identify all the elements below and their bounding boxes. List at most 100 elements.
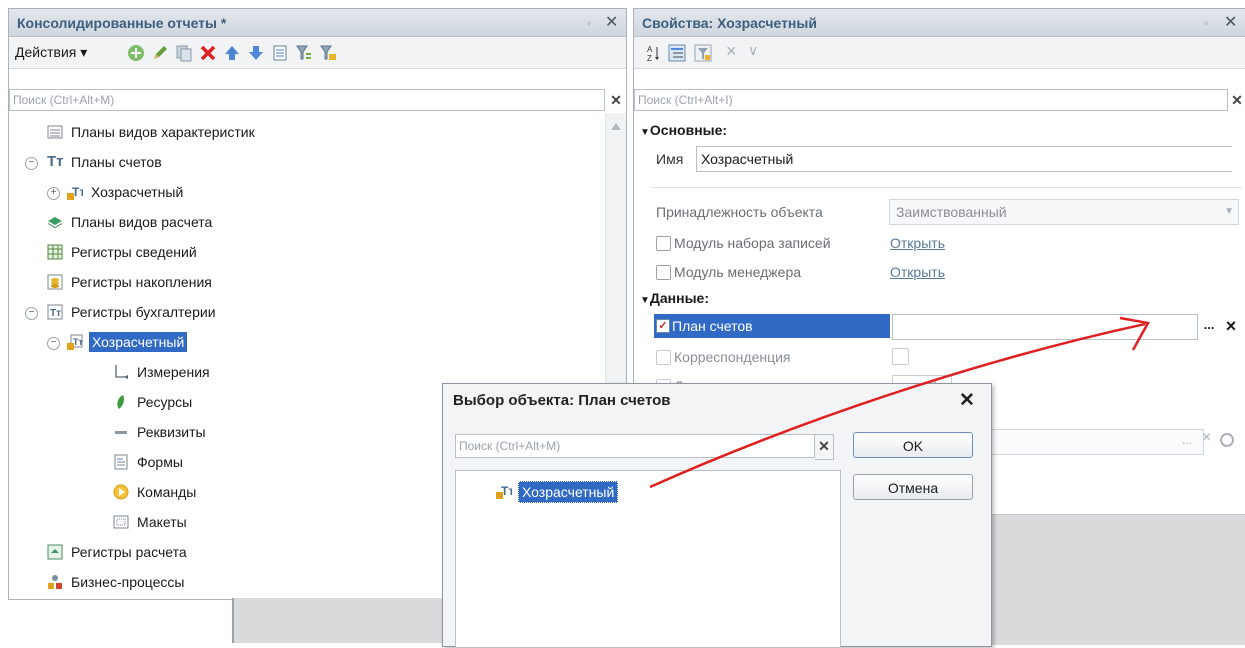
collapse-icon[interactable]: − xyxy=(25,307,38,320)
left-search-clear-icon[interactable]: ✕ xyxy=(607,89,625,111)
section-main-header[interactable]: ▼Основные: xyxy=(640,119,727,144)
attributes-icon xyxy=(115,431,127,434)
tree-item[interactable]: Регистры накопления xyxy=(9,268,589,296)
add-icon[interactable] xyxy=(127,44,145,62)
dialog-titlebar[interactable]: Выбор объекта: План счетов ✕ xyxy=(443,384,991,418)
collapse-triangle-icon: ▼ xyxy=(640,295,650,306)
properties-search-clear-icon[interactable]: ✕ xyxy=(1228,89,1245,111)
collapse-icon[interactable]: − xyxy=(25,157,38,170)
section-data-header[interactable]: ▼Данные: xyxy=(640,287,709,312)
borrowed-accounting-register-icon: Тт xyxy=(67,334,83,350)
dimensions-icon xyxy=(115,365,128,379)
correspondence-label: Корреспонденция xyxy=(674,349,791,365)
tree-item-label: Ресурсы xyxy=(137,394,193,410)
chart-of-calculation-types-icon xyxy=(48,217,62,228)
svg-text:Тт: Тт xyxy=(72,185,83,199)
tree-item-label: Хозрасчетный xyxy=(89,332,188,352)
edit-icon[interactable] xyxy=(151,44,169,62)
properties-toolbar: AZ × ∨ xyxy=(634,37,1245,69)
tree-item[interactable]: − Тт Хозрасчетный xyxy=(9,328,589,356)
panel-grey-bottom xyxy=(984,514,1245,645)
correspondence-checkbox-left[interactable] xyxy=(656,350,671,365)
move-down-icon[interactable] xyxy=(247,44,265,62)
cancel-button[interactable]: Отмена xyxy=(853,474,973,500)
templates-icon xyxy=(113,515,129,529)
close-icon[interactable]: ✕ xyxy=(959,389,975,412)
tree-item[interactable]: Измерения xyxy=(9,358,589,386)
information-register-icon xyxy=(47,244,63,260)
name-field[interactable]: Хозрасчетный xyxy=(696,146,1232,172)
accumulation-register-icon xyxy=(47,274,63,290)
delete-icon[interactable] xyxy=(199,44,217,62)
tree-item[interactable]: − Тт Регистры бухгалтерии xyxy=(9,298,589,326)
tree-item-label: Формы xyxy=(137,454,183,470)
manager-module-checkbox[interactable] xyxy=(656,265,671,280)
move-up-icon[interactable] xyxy=(223,44,241,62)
list-icon[interactable] xyxy=(271,44,289,62)
dropdown-arrow-icon[interactable]: ▼ xyxy=(1224,200,1234,224)
dialog-search-input[interactable]: Поиск (Ctrl+Alt+M) xyxy=(455,434,815,458)
chart-of-accounts-choose-button[interactable]: ... xyxy=(1198,314,1220,340)
chart-of-accounts-row[interactable]: ✓ План счетов xyxy=(654,314,890,338)
lower-field-choose-button[interactable]: ... xyxy=(1182,433,1200,453)
properties-search-input[interactable]: Поиск (Ctrl+Alt+I) xyxy=(634,89,1228,111)
pin-icon[interactable]: ◦ xyxy=(587,9,591,37)
record-set-module-checkbox[interactable] xyxy=(656,236,671,251)
properties-title: Свойства: Хозрасчетный xyxy=(642,15,817,31)
tree-item[interactable]: Планы видов расчета xyxy=(9,208,589,236)
lower-field[interactable] xyxy=(974,429,1204,455)
ownership-select[interactable]: Заимствованный ▼ xyxy=(889,199,1239,225)
properties-titlebar[interactable]: Свойства: Хозрасчетный ◦ ✕ xyxy=(634,9,1245,37)
scroll-up-icon[interactable] xyxy=(611,123,621,130)
borrowed-chart-of-accounts-icon: Тт xyxy=(496,484,512,499)
tree-item-label: Реквизиты xyxy=(137,424,206,440)
filter-settings-icon[interactable] xyxy=(319,44,337,62)
record-set-module-open-link[interactable]: Открыть xyxy=(890,232,945,254)
tree-item-label: Макеты xyxy=(137,514,187,530)
tree-item-label: Планы счетов xyxy=(71,154,162,170)
ownership-label: Принадлежность объекта xyxy=(656,204,823,220)
manager-module-open-link[interactable]: Открыть xyxy=(890,261,945,283)
chart-of-accounts-field[interactable] xyxy=(892,314,1198,340)
chart-of-accounts-clear-icon[interactable]: × xyxy=(1220,314,1242,340)
sort-az-icon[interactable]: AZ xyxy=(644,44,662,62)
actions-menu[interactable]: Действия ▾ xyxy=(15,44,87,61)
close-icon[interactable]: ✕ xyxy=(1224,9,1237,37)
ok-button[interactable]: OK xyxy=(853,432,973,458)
pin-icon[interactable]: ◦ xyxy=(1204,9,1208,37)
filter-icon[interactable] xyxy=(295,44,313,62)
left-search-input[interactable]: Поиск (Ctrl+Alt+M) xyxy=(9,89,605,111)
lower-field-clear-icon[interactable]: × xyxy=(1202,429,1218,449)
clear-icon[interactable]: × xyxy=(726,41,737,62)
search-icon[interactable] xyxy=(1220,433,1234,447)
list-item[interactable]: Тт Хозрасчетный xyxy=(496,479,696,503)
commands-icon xyxy=(113,484,129,500)
close-icon[interactable]: ✕ xyxy=(605,9,618,37)
tree-item[interactable]: Планы видов характеристик xyxy=(9,118,589,146)
business-process-icon xyxy=(48,575,62,589)
expand-icon[interactable]: + xyxy=(47,187,60,200)
tree-item[interactable]: + Тт Хозрасчетный xyxy=(9,178,589,206)
filter-properties-icon[interactable] xyxy=(694,44,712,62)
resources-icon xyxy=(117,395,124,409)
chevron-down-icon[interactable]: ∨ xyxy=(748,42,758,59)
chart-of-characteristic-types-icon xyxy=(47,125,63,139)
copy-icon[interactable] xyxy=(175,44,193,62)
tree-item-label: Планы видов расчета xyxy=(71,214,213,230)
tree-item-label: Регистры бухгалтерии xyxy=(71,304,216,320)
dialog-object-list[interactable]: Тт Хозрасчетный xyxy=(455,470,841,648)
tree-item[interactable]: Регистры сведений xyxy=(9,238,589,266)
dialog-search-clear-icon[interactable]: ✕ xyxy=(815,434,834,460)
left-panel-titlebar[interactable]: Консолидированные отчеты * ◦ ✕ xyxy=(9,9,626,37)
tree-item-label: Регистры расчета xyxy=(71,544,187,560)
ownership-value: Заимствованный xyxy=(896,204,1007,220)
tree-item-label: Измерения xyxy=(137,364,210,380)
tree-item[interactable]: − Тт Планы счетов xyxy=(9,148,589,176)
calculation-register-icon xyxy=(47,544,63,560)
categories-icon[interactable] xyxy=(668,44,686,62)
tree-item-label: Регистры сведений xyxy=(71,244,197,260)
svg-text:Тт: Тт xyxy=(50,308,61,319)
correspondence-checkbox[interactable] xyxy=(892,348,909,365)
name-label: Имя xyxy=(656,151,684,167)
collapse-icon[interactable]: − xyxy=(47,337,60,350)
